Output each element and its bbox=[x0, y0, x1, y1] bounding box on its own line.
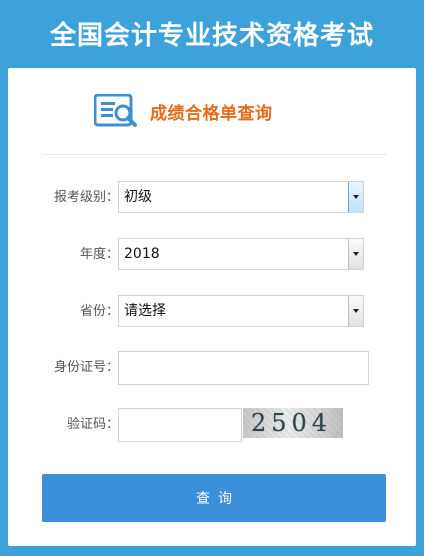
chevron-down-icon[interactable] bbox=[348, 296, 363, 326]
province-label: 省份： bbox=[79, 304, 119, 319]
document-search-icon bbox=[94, 94, 137, 127]
exam-level-select[interactable]: 初级 bbox=[118, 181, 364, 213]
exam-level-row: 报考级别： 初级 bbox=[8, 181, 416, 215]
page-title: 全国会计专业技术资格考试 bbox=[49, 20, 374, 51]
captcha-image[interactable]: 2504 bbox=[243, 408, 343, 438]
card-title: 成绩合格单查询 bbox=[150, 103, 273, 124]
header-divider bbox=[42, 154, 386, 155]
year-value: 2018 bbox=[124, 246, 160, 262]
captcha-row: 验证码： 2504 bbox=[8, 408, 416, 442]
province-select[interactable]: 请选择 bbox=[118, 295, 364, 327]
id-number-label: 身份证号： bbox=[53, 360, 119, 375]
exam-level-label: 报考级别： bbox=[53, 190, 119, 205]
province-row: 省份： 请选择 bbox=[8, 295, 416, 329]
year-row: 年度： 2018 bbox=[8, 238, 416, 272]
page-header: 全国会计专业技术资格考试 bbox=[0, 0, 424, 68]
query-card: 成绩合格单查询 报考级别： 初级 年度： 2018 省份： 请选择 身份证号： … bbox=[8, 68, 416, 546]
year-select[interactable]: 2018 bbox=[118, 238, 364, 270]
id-number-input[interactable] bbox=[118, 351, 369, 385]
chevron-down-icon[interactable] bbox=[348, 239, 363, 269]
captcha-text: 2504 bbox=[251, 409, 333, 437]
chevron-down-icon[interactable] bbox=[348, 182, 363, 212]
card-header: 成绩合格单查询 bbox=[94, 94, 273, 128]
query-button[interactable]: 查询 bbox=[42, 474, 386, 522]
id-number-row: 身份证号： bbox=[8, 351, 416, 385]
captcha-label: 验证码： bbox=[66, 417, 119, 432]
captcha-input[interactable] bbox=[118, 408, 242, 442]
exam-level-value: 初级 bbox=[124, 189, 152, 205]
province-value: 请选择 bbox=[124, 303, 166, 319]
year-label: 年度： bbox=[79, 247, 119, 262]
